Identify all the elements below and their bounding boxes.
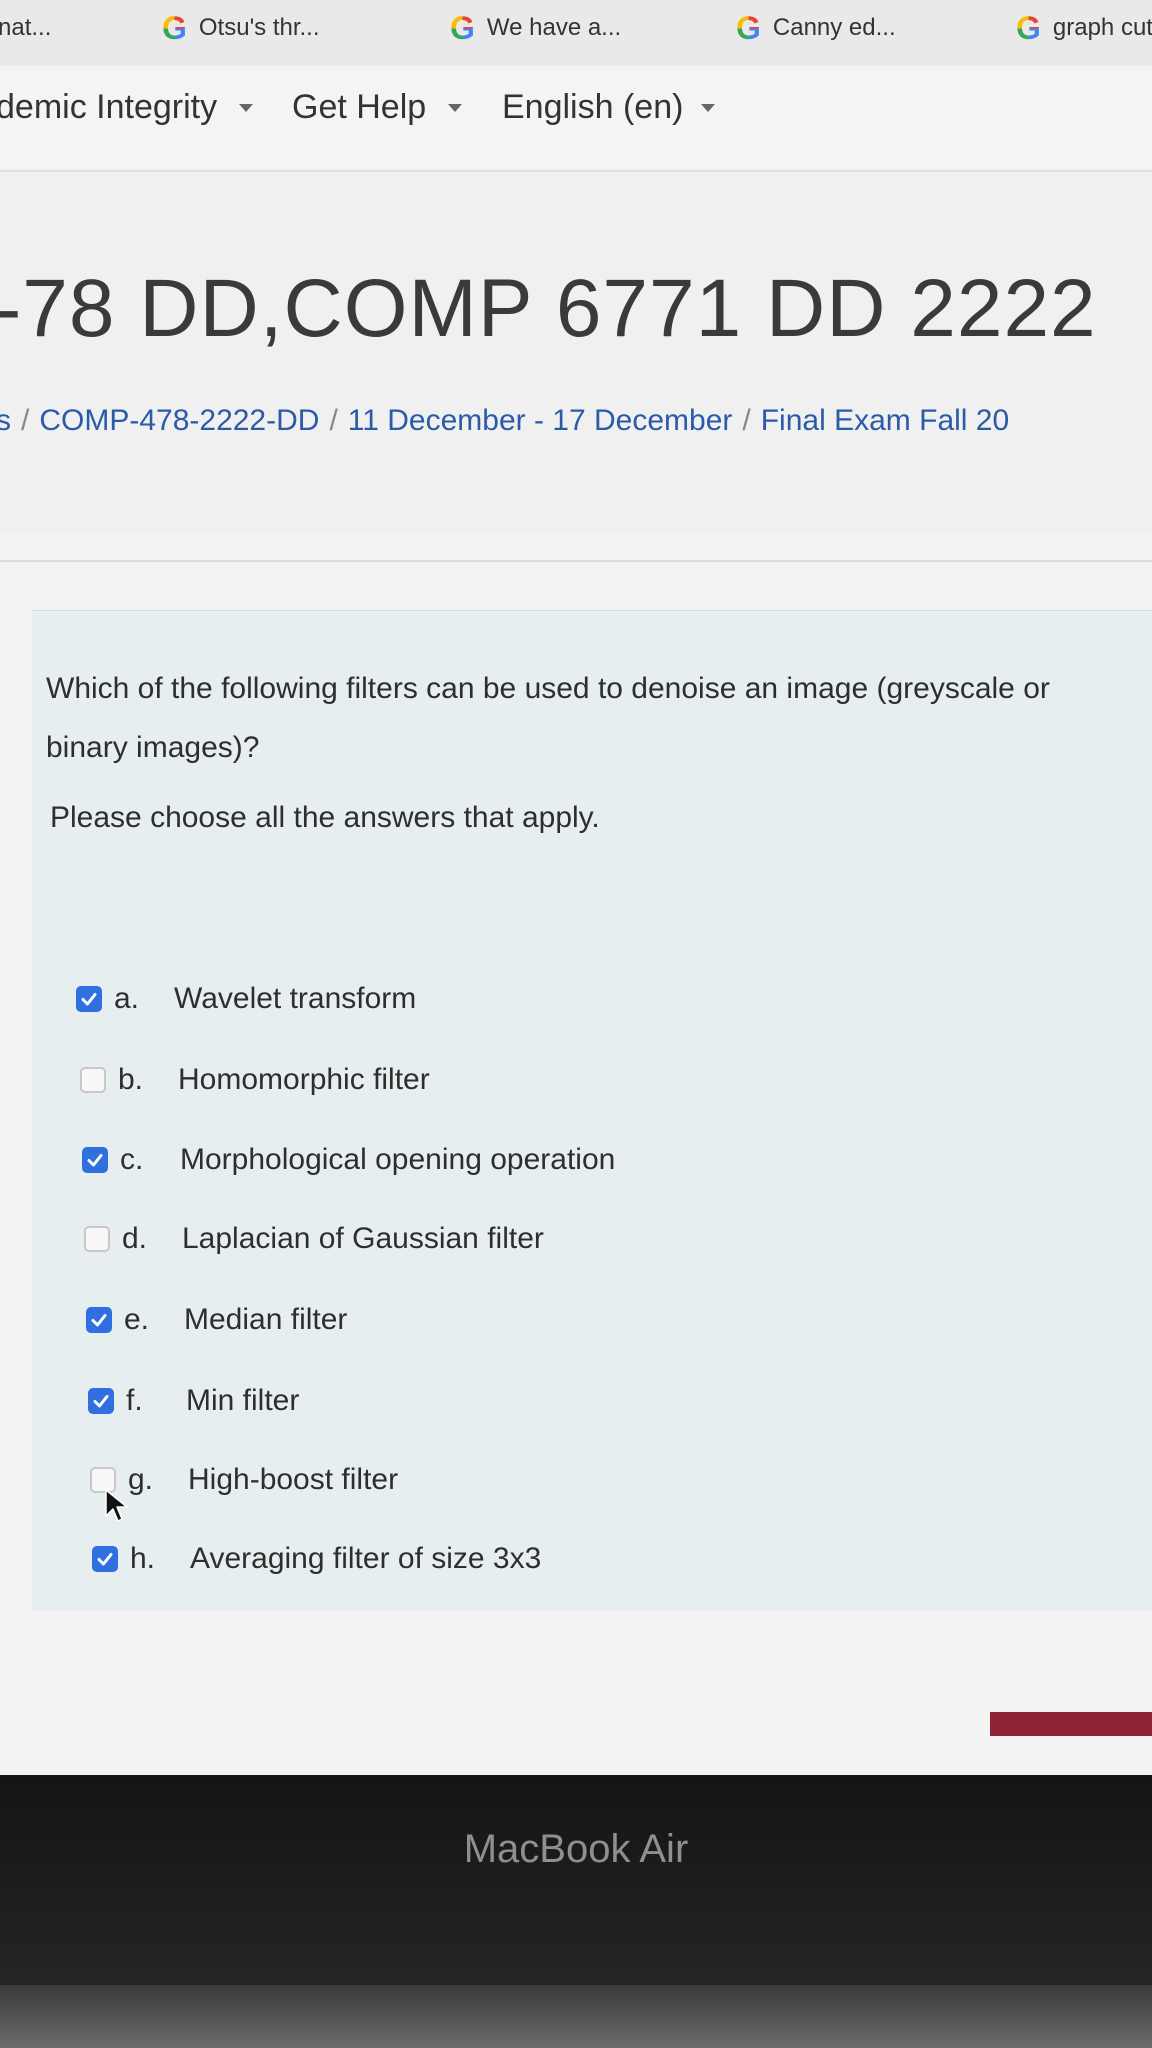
page-header: -78 DD,COMP 6771 DD 2222 s / COMP-478-2222… bbox=[0, 172, 1152, 532]
breadcrumb-separator: / bbox=[329, 404, 338, 437]
option-label: Averaging filter of size 3x3 bbox=[190, 1542, 542, 1575]
checkmark-icon bbox=[97, 1553, 113, 1566]
question-text: Which of the following filters can be us… bbox=[46, 672, 1050, 764]
answer-option-c[interactable]: c. Morphological opening operation bbox=[82, 1137, 615, 1183]
google-icon: G bbox=[1016, 9, 1041, 46]
bookmark-label: graph cut bbox=[1052, 14, 1152, 41]
option-letter: a. bbox=[114, 982, 140, 1015]
nav-label: English (en) bbox=[502, 88, 684, 126]
checkbox-e[interactable] bbox=[86, 1307, 112, 1333]
laptop-bezel: MacBook Air bbox=[0, 1775, 1152, 2048]
breadcrumb-separator: / bbox=[742, 404, 751, 437]
option-label: Morphological opening operation bbox=[180, 1143, 616, 1176]
nav-get-help-menu[interactable]: Get Help bbox=[292, 88, 463, 127]
nav-academic-integrity-menu[interactable]: demic Integrity bbox=[0, 88, 254, 127]
caret-down-icon bbox=[701, 103, 716, 112]
answer-option-d[interactable]: d. Laplacian of Gaussian filter bbox=[84, 1216, 544, 1262]
google-icon: G bbox=[736, 9, 761, 46]
checkbox-h[interactable] bbox=[92, 1546, 118, 1572]
bookmark-item[interactable]: nat... bbox=[0, 8, 51, 48]
checkbox-d[interactable] bbox=[84, 1226, 110, 1252]
checkmark-icon bbox=[93, 1395, 109, 1408]
divider bbox=[0, 560, 1152, 562]
answer-option-f[interactable]: f. Min filter bbox=[88, 1378, 299, 1424]
checkbox-f[interactable] bbox=[88, 1388, 114, 1414]
option-letter: c. bbox=[120, 1143, 144, 1176]
caret-down-icon bbox=[239, 103, 254, 112]
checkmark-icon bbox=[91, 1314, 107, 1327]
nav-label: demic Integrity bbox=[0, 88, 218, 126]
accent-tab bbox=[990, 1712, 1152, 1736]
bookmark-label: Otsu's thr... bbox=[198, 14, 320, 41]
browser-screen: nat... G Otsu's thr... G We have a... G … bbox=[0, 0, 1152, 1775]
bookmark-label: nat... bbox=[0, 14, 52, 41]
mouse-cursor-icon bbox=[105, 1489, 128, 1522]
breadcrumb-item[interactable]: COMP-478-2222-DD bbox=[39, 404, 319, 437]
answer-option-a[interactable]: a. Wavelet transform bbox=[76, 976, 416, 1022]
bookmark-item[interactable]: G graph cut bbox=[1016, 8, 1152, 48]
option-label: Median filter bbox=[184, 1303, 348, 1336]
checkmark-icon bbox=[81, 993, 97, 1006]
breadcrumb: s / COMP-478-2222-DD / 11 December - 17 Dece… bbox=[0, 404, 1009, 438]
option-label: Homomorphic filter bbox=[178, 1063, 430, 1096]
bookmark-item[interactable]: G Otsu's thr... bbox=[162, 8, 320, 48]
checkbox-c[interactable] bbox=[82, 1147, 108, 1173]
bookmark-item[interactable]: G Canny ed... bbox=[736, 8, 896, 48]
breadcrumb-item[interactable]: s bbox=[0, 404, 11, 437]
answer-option-b[interactable]: b. Homomorphic filter bbox=[80, 1057, 430, 1103]
page-title: -78 DD,COMP 6771 DD 2222 bbox=[0, 263, 1097, 354]
answer-option-h[interactable]: h. Averaging filter of size 3x3 bbox=[92, 1536, 541, 1582]
device-brand-label: MacBook Air bbox=[463, 1827, 689, 1871]
option-letter: g. bbox=[128, 1463, 154, 1496]
question-hint: Please choose all the answers that apply… bbox=[50, 801, 600, 834]
nav-label: Get Help bbox=[292, 88, 427, 126]
google-icon: G bbox=[162, 9, 187, 46]
breadcrumb-item[interactable]: 11 December - 17 December bbox=[348, 404, 733, 437]
bookmark-label: Canny ed... bbox=[772, 14, 896, 41]
option-letter: h. bbox=[130, 1542, 156, 1575]
nav-language-menu[interactable]: English (en) bbox=[502, 88, 716, 127]
option-label: Min filter bbox=[186, 1384, 300, 1417]
bookmarks-bar: nat... G Otsu's thr... G We have a... G … bbox=[0, 0, 1152, 67]
breadcrumb-separator: / bbox=[21, 404, 30, 437]
checkbox-b[interactable] bbox=[80, 1067, 106, 1093]
option-letter: f. bbox=[126, 1384, 143, 1417]
checkmark-icon bbox=[87, 1154, 103, 1167]
option-letter: e. bbox=[124, 1303, 150, 1336]
answer-option-g[interactable]: g. High-boost filter bbox=[90, 1457, 398, 1503]
option-letter: d. bbox=[122, 1222, 148, 1255]
keyboard-edge bbox=[0, 1985, 1152, 2048]
google-icon: G bbox=[450, 9, 475, 46]
option-label: High-boost filter bbox=[188, 1463, 399, 1496]
bookmark-label: We have a... bbox=[486, 14, 622, 41]
option-label: Wavelet transform bbox=[174, 982, 417, 1015]
option-label: Laplacian of Gaussian filter bbox=[182, 1222, 544, 1255]
breadcrumb-item[interactable]: Final Exam Fall 20 bbox=[761, 404, 1009, 437]
option-letter: b. bbox=[118, 1063, 144, 1096]
bookmark-item[interactable]: G We have a... bbox=[450, 8, 621, 48]
checkbox-a[interactable] bbox=[76, 986, 102, 1012]
answer-option-e[interactable]: e. Median filter bbox=[86, 1297, 347, 1343]
caret-down-icon bbox=[448, 103, 463, 112]
site-navbar: demic Integrity Get Help English (en) bbox=[0, 66, 1152, 172]
